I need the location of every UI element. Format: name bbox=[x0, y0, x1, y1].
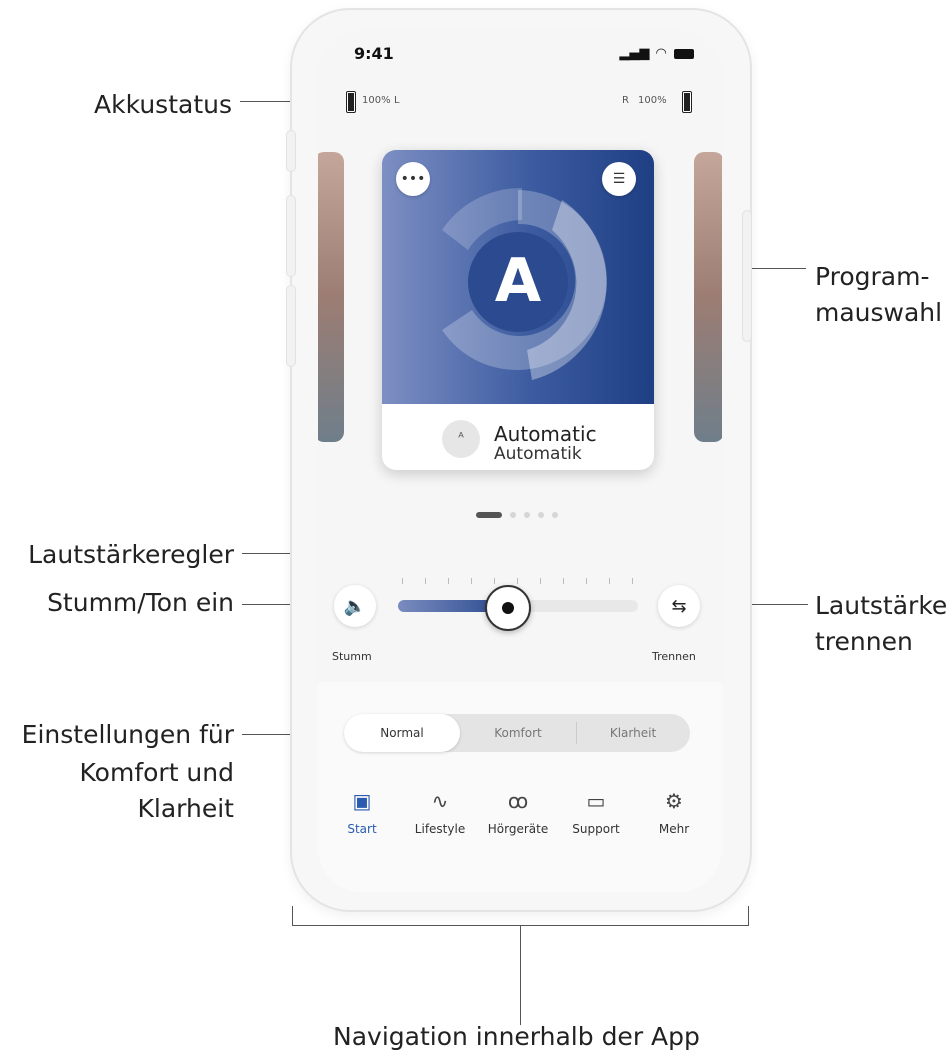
left-side-label: L bbox=[394, 95, 400, 106]
callout-volume-split-2: trennen bbox=[815, 627, 913, 656]
program-settings-button[interactable]: ☰ bbox=[602, 162, 636, 196]
volume-tick bbox=[586, 578, 587, 584]
nav-lifestyle-label: Lifestyle bbox=[414, 822, 466, 836]
bracket-stem bbox=[520, 925, 521, 1025]
battery-icon bbox=[674, 48, 694, 59]
volume-tick bbox=[563, 578, 564, 584]
pager-dot-active[interactable] bbox=[476, 512, 502, 518]
activity-icon: ∿ bbox=[431, 789, 449, 813]
volume-tick bbox=[494, 578, 495, 584]
hearing-program-icon: ᴬ bbox=[442, 420, 480, 458]
callout-battery-status: Akkustatus bbox=[94, 90, 232, 119]
nav-hoergeraete[interactable]: ꝏ Hörgeräte bbox=[480, 786, 556, 836]
callout-program-select-2: mauswahl bbox=[815, 298, 943, 327]
bracket-right bbox=[748, 906, 749, 926]
mode-option-normal[interactable]: Normal bbox=[344, 714, 460, 752]
nav-start[interactable]: ▣ Start bbox=[324, 786, 400, 836]
speaker-icon: 🔈 bbox=[343, 595, 367, 617]
right-side-label: R bbox=[622, 95, 629, 106]
left-battery-value: 100% bbox=[362, 95, 391, 106]
callout-volume-split-1: Lautstärke bbox=[815, 591, 948, 620]
mode-option-komfort[interactable]: Komfort bbox=[460, 714, 576, 752]
volume-tick bbox=[632, 578, 633, 584]
status-icons: ▂▄▆ ◠ bbox=[619, 46, 694, 61]
split-icon: ⇆ bbox=[671, 595, 687, 617]
wifi-icon: ◠ bbox=[655, 46, 667, 61]
more-options-button[interactable]: ••• bbox=[396, 162, 430, 196]
sliders-icon: ☰ bbox=[612, 171, 626, 187]
program-title: Automatic bbox=[494, 422, 597, 446]
split-volume-button[interactable]: ⇆ bbox=[658, 585, 700, 627]
nav-support-label: Support bbox=[572, 822, 620, 836]
program-card-prev[interactable] bbox=[318, 152, 344, 442]
pager-dot[interactable] bbox=[538, 512, 544, 518]
nav-lifestyle[interactable]: ∿ Lifestyle bbox=[402, 786, 478, 836]
status-time: 9:41 bbox=[354, 44, 394, 63]
callout-program-select-1: Program- bbox=[815, 262, 930, 291]
nav-hoergeraete-label: Hörgeräte bbox=[487, 822, 549, 836]
volume-tick bbox=[448, 578, 449, 584]
pager-dot[interactable] bbox=[524, 512, 530, 518]
more-icon: ••• bbox=[400, 171, 426, 187]
program-card[interactable]: A ••• ☰ ᴬ Automatic Automatik bbox=[382, 150, 654, 470]
bottom-navigation: ▣ Start ∿ Lifestyle ꝏ Hörgeräte ▭ Suppor… bbox=[318, 786, 722, 866]
callout-mute: Stumm/Ton ein bbox=[47, 588, 234, 617]
nav-start-label: Start bbox=[347, 822, 377, 836]
nav-mehr[interactable]: ⚙ Mehr bbox=[636, 786, 712, 836]
split-label: Trennen bbox=[652, 650, 696, 663]
app-screen: 9:41 ▂▄▆ ◠ 100% L R 100% A ••• ☰ ᴬ Autom… bbox=[318, 30, 722, 892]
mute-label: Stumm bbox=[332, 650, 372, 663]
nav-mehr-label: Mehr bbox=[658, 822, 690, 836]
program-subtitle: Automatik bbox=[494, 444, 582, 464]
right-battery-icon bbox=[682, 91, 692, 113]
gear-icon: ⚙ bbox=[665, 789, 683, 813]
carousel-pager bbox=[318, 512, 722, 518]
signal-icon: ▂▄▆ bbox=[619, 46, 650, 61]
program-card-next[interactable] bbox=[694, 152, 722, 442]
bracket-left bbox=[292, 906, 293, 926]
program-letter: A bbox=[494, 246, 542, 316]
volume-tick bbox=[517, 578, 518, 584]
callout-volume-slider: Lautstärkeregler bbox=[28, 540, 234, 569]
callout-settings-3: Klarheit bbox=[137, 794, 234, 823]
nav-support[interactable]: ▭ Support bbox=[558, 786, 634, 836]
pager-dot[interactable] bbox=[510, 512, 516, 518]
callout-settings-1: Einstellungen für bbox=[21, 720, 234, 749]
mute-button[interactable]: 🔈 bbox=[334, 585, 376, 627]
chat-icon: ▭ bbox=[586, 789, 606, 813]
phone-side-button bbox=[286, 195, 296, 277]
volume-tick bbox=[402, 578, 403, 584]
pager-dot[interactable] bbox=[552, 512, 558, 518]
phone-side-button bbox=[286, 285, 296, 367]
right-battery-value: 100% bbox=[638, 95, 667, 106]
grid-icon: ▣ bbox=[352, 789, 372, 813]
volume-tick bbox=[540, 578, 541, 584]
hearing-aid-icon: ꝏ bbox=[507, 789, 529, 813]
callout-navigation: Navigation innerhalb der App bbox=[333, 1022, 700, 1051]
volume-thumb[interactable] bbox=[485, 585, 531, 631]
volume-tick bbox=[425, 578, 426, 584]
mode-option-klarheit[interactable]: Klarheit bbox=[576, 714, 690, 752]
phone-side-button bbox=[286, 130, 296, 172]
volume-tick bbox=[609, 578, 610, 584]
callout-settings-2: Komfort und bbox=[79, 758, 234, 787]
phone-side-button bbox=[742, 210, 752, 342]
left-battery-icon bbox=[346, 91, 356, 113]
volume-tick bbox=[471, 578, 472, 584]
mode-selector: Normal Komfort Klarheit bbox=[344, 714, 690, 752]
